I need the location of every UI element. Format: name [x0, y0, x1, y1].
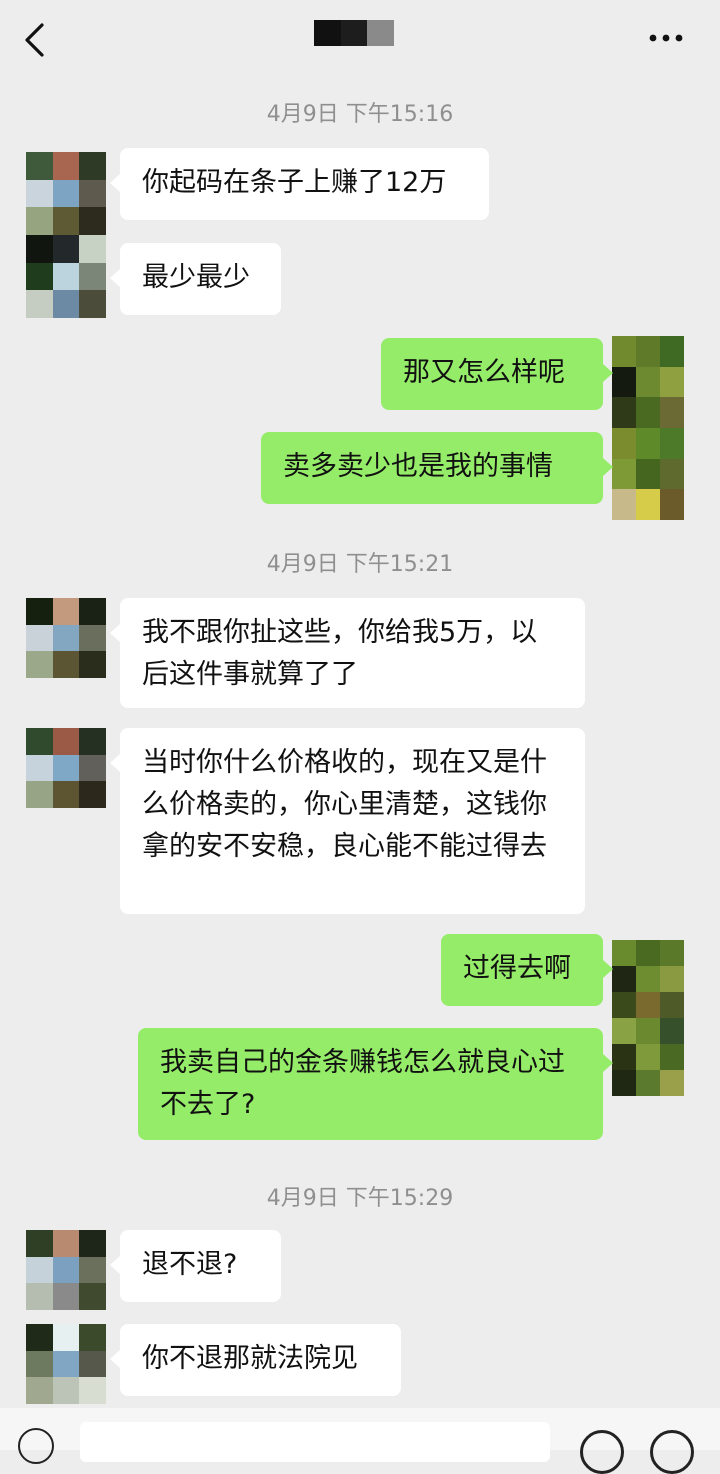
avatar[interactable]	[26, 728, 106, 808]
input-bar	[0, 1408, 720, 1474]
timestamp: 4月9日 下午15:29	[266, 1186, 454, 1211]
avatar[interactable]	[612, 336, 684, 520]
avatar[interactable]	[26, 1324, 106, 1404]
chevron-left-icon[interactable]	[22, 22, 48, 58]
avatar[interactable]	[26, 1230, 106, 1310]
incoming-message[interactable]: 最少最少	[110, 243, 281, 315]
outgoing-message[interactable]: 卖多卖少也是我的事情	[261, 432, 613, 504]
incoming-message[interactable]: 我不跟你扯这些，你给我5万，以后这件事就算了了	[110, 598, 585, 708]
incoming-message[interactable]: 你不退那就法院见	[110, 1324, 401, 1396]
avatar[interactable]	[26, 152, 106, 318]
incoming-message[interactable]: 当时你什么价格收的，现在又是什么价格卖的，你心里清楚，这钱你拿的安不安稳，良心能…	[110, 728, 585, 914]
outgoing-message[interactable]: 那又怎么样呢	[381, 338, 613, 410]
message-input[interactable]	[80, 1422, 550, 1462]
more-dots-icon[interactable]	[648, 30, 684, 46]
avatar[interactable]	[612, 940, 684, 1096]
title-mosaic	[314, 20, 395, 46]
emoji-icon[interactable]	[580, 1430, 624, 1474]
incoming-message[interactable]: 你起码在条子上赚了12万	[110, 148, 489, 220]
outgoing-message[interactable]: 过得去啊	[441, 934, 613, 1006]
avatar[interactable]	[26, 598, 106, 678]
plus-icon[interactable]	[650, 1430, 694, 1474]
incoming-message[interactable]: 退不退?	[110, 1230, 281, 1302]
timestamp: 4月9日 下午15:21	[266, 552, 454, 577]
outgoing-message[interactable]: 我卖自己的金条赚钱怎么就良心过不去了?	[138, 1028, 613, 1140]
timestamp: 4月9日 下午15:16	[266, 102, 454, 127]
voice-icon[interactable]	[18, 1428, 54, 1464]
